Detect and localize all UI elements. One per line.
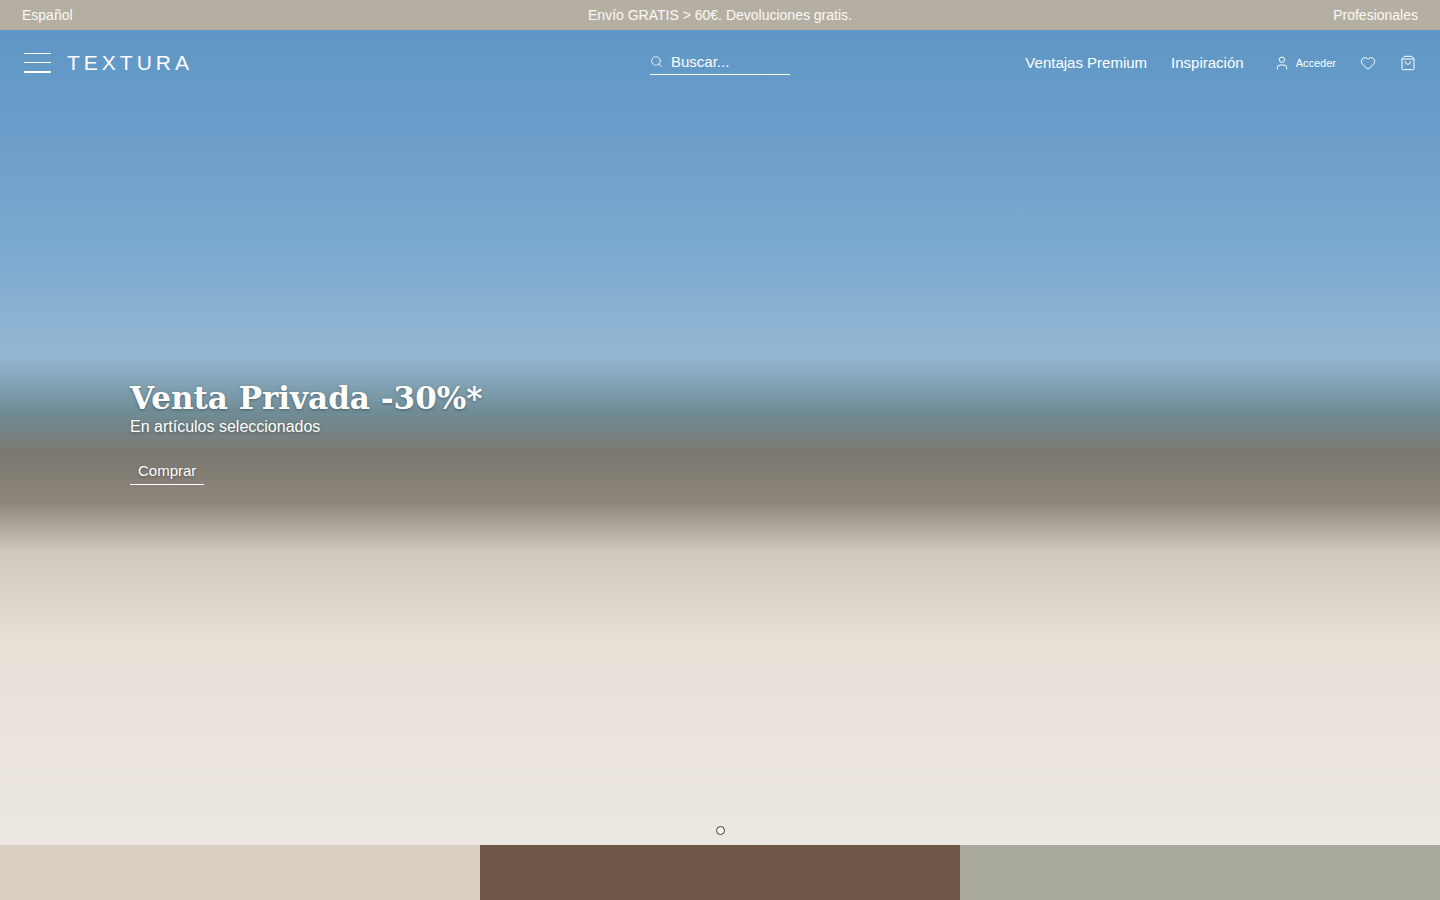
bag-icon (1400, 55, 1416, 71)
category-tile[interactable] (480, 845, 960, 900)
cart-button[interactable] (1400, 55, 1416, 71)
hero-content: Venta Privada -30%*En artículos seleccio… (0, 95, 1440, 485)
hero: TEXTURA Ventajas Premium Inspiración Accede… (0, 30, 1440, 845)
search-icon (650, 55, 663, 68)
search-input[interactable] (671, 53, 790, 70)
header: TEXTURA Ventajas Premium Inspiración Accede… (0, 30, 1440, 95)
hero-title: Venta Privada -30%* (130, 380, 482, 417)
professionals-link[interactable]: Profesionales (1333, 7, 1418, 23)
announcement-message: Envío GRATIS > 60€. Devoluciones gratis. (588, 7, 852, 23)
menu-icon[interactable] (24, 53, 52, 73)
wishlist-button[interactable] (1360, 55, 1376, 71)
user-icon (1274, 55, 1290, 71)
account-link[interactable]: Acceder (1274, 55, 1336, 71)
category-tile[interactable] (960, 845, 1440, 900)
hero-subtitle: En artículos seleccionados (130, 417, 320, 438)
announcement-bar: Español Envío GRATIS > 60€. Devoluciones … (0, 0, 1440, 30)
carousel-dots (0, 826, 1440, 835)
nav-link[interactable]: Ventajas Premium (1025, 54, 1147, 71)
carousel-dot[interactable] (716, 826, 725, 835)
language-selector[interactable]: Español (22, 7, 73, 23)
logo[interactable]: TEXTURA (67, 51, 193, 75)
page: Español Envío GRATIS > 60€. Devoluciones … (0, 0, 1440, 900)
category-tiles (0, 845, 1440, 900)
search-field[interactable] (650, 51, 790, 75)
header-nav: Ventajas Premium Inspiración Acceder (1025, 54, 1416, 71)
heart-icon (1360, 55, 1376, 71)
shop-button[interactable]: Comprar (130, 458, 204, 485)
category-tile[interactable] (0, 845, 480, 900)
nav-link[interactable]: Inspiración (1171, 54, 1244, 71)
header-left: TEXTURA (24, 51, 650, 75)
